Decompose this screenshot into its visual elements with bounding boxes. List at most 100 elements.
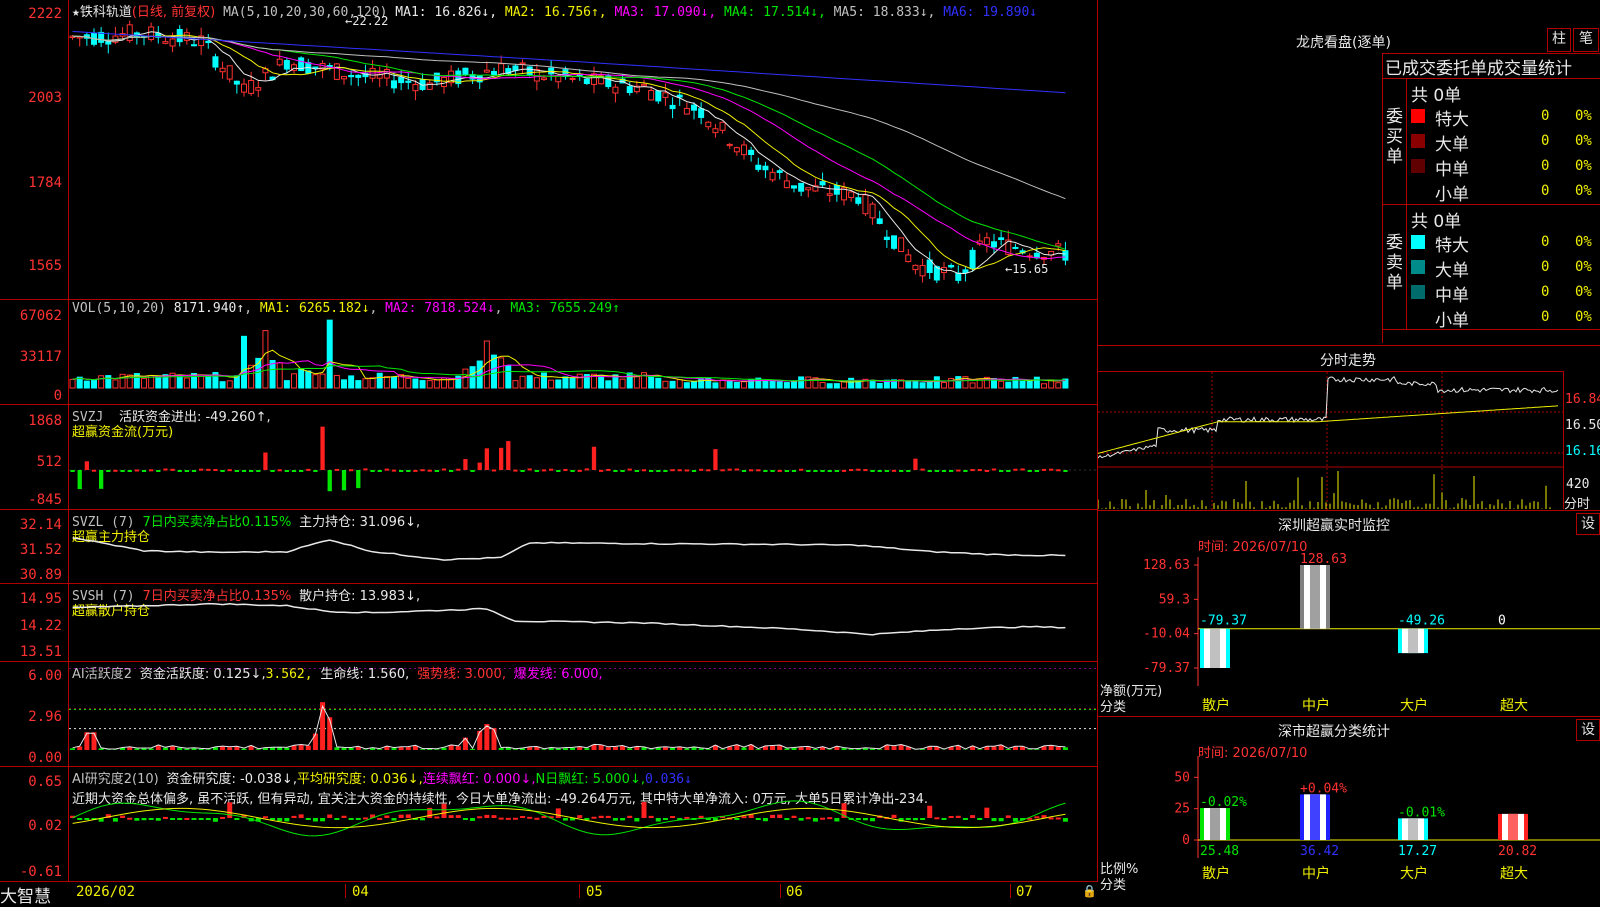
monitor-chart[interactable]: 128.6359.3-10.04-79.37-79.37散户128.63中户-4… (1098, 550, 1600, 720)
ai-research-axis-label: 0.65 (0, 774, 62, 790)
research-bar (84, 818, 89, 820)
research-bar (649, 816, 654, 818)
main-chart-area[interactable]: ★铁科轨道(日线, 前复权) MA(5,10,20,30,60,120) MA1… (0, 0, 1098, 882)
flow-bar (692, 470, 696, 472)
intraday-axis-label: 16.84 (1565, 392, 1600, 407)
research-bar (949, 816, 954, 818)
volume-bar (842, 382, 847, 388)
volume-bar (406, 378, 411, 388)
candle-body (399, 78, 404, 83)
activity-bar (513, 749, 518, 750)
volume-bar (1027, 381, 1032, 388)
activity-bar (627, 748, 632, 750)
flow-bar (649, 470, 653, 472)
stats-settings-button[interactable]: 设 (1576, 719, 1600, 741)
lock-icon[interactable]: 🔒 (1082, 884, 1097, 898)
volume-bar (799, 377, 804, 388)
lh-title: 龙虎看盘(逐单) (1296, 32, 1391, 52)
research-bar (156, 818, 161, 821)
research-bar (334, 818, 339, 820)
activity-bar (556, 749, 561, 750)
research-bar (513, 818, 518, 820)
ai-research-header: AI研究度2(10) 资金研究度: -0.038↓,平均研究度: 0.036↓,… (72, 768, 692, 787)
volume-bar (634, 376, 639, 388)
svzl-axis-label: 31.52 (0, 542, 62, 558)
research-bar (784, 818, 789, 820)
activity-bar (1049, 745, 1054, 750)
flow-bar (106, 470, 110, 472)
svsh-chart[interactable] (69, 600, 1097, 660)
candle-body (963, 270, 968, 273)
volume-bar (370, 378, 375, 388)
volume-bar (392, 377, 397, 388)
candle-body (149, 27, 154, 39)
buy-label: 委买单 (1386, 107, 1404, 167)
flow-bar (942, 470, 946, 472)
activity-bar (492, 728, 497, 750)
activity-bar (1056, 747, 1061, 750)
research-bar (1034, 816, 1039, 818)
volume-bar (184, 378, 189, 388)
volume-bar (870, 380, 875, 388)
x-axis-label: 2026/02 (76, 884, 135, 900)
pen-mode-button[interactable]: 笔 (1573, 28, 1599, 52)
volume-bar (313, 375, 318, 388)
volume-bar (720, 380, 725, 388)
volume-bar (670, 381, 675, 388)
lh-tab-header[interactable]: 已成交委托单成交量统计 (1383, 53, 1600, 79)
research-bar (970, 815, 975, 818)
flow-bar (635, 470, 639, 472)
volume-bar (463, 369, 468, 388)
flow-bar (928, 470, 932, 472)
bar-fill (1310, 794, 1320, 840)
candle-body (520, 63, 525, 64)
volume-bar (70, 379, 75, 388)
candle-body (877, 219, 882, 224)
ai-research-axis-label: -0.61 (0, 864, 62, 880)
research-bar (1049, 817, 1054, 819)
vol-axis-label: 67062 (0, 308, 62, 324)
flow-bar (720, 469, 724, 471)
category-label: 大户 (1400, 697, 1428, 714)
flow-bar (535, 470, 539, 472)
research-bar (377, 818, 382, 820)
candle-body (463, 68, 468, 74)
ai-active-chart[interactable] (69, 668, 1097, 764)
volume-bar (499, 358, 504, 388)
activity-line (73, 706, 1066, 749)
research-bar (956, 816, 961, 818)
svzj-chart[interactable] (69, 418, 1097, 508)
research-bar (320, 818, 325, 821)
bar-mode-button[interactable]: 柱 (1547, 28, 1571, 52)
activity-bar (184, 749, 189, 750)
category-bar (1398, 818, 1428, 840)
research-bar (499, 818, 504, 820)
flow-bar (213, 469, 217, 471)
candlestick-chart[interactable] (69, 18, 1097, 298)
candle-body (906, 255, 911, 262)
flow-bar (570, 470, 574, 472)
intraday-frame[interactable] (1098, 371, 1564, 509)
candle-body (749, 150, 754, 154)
candle-body (656, 91, 661, 101)
flow-bar (528, 468, 532, 470)
volume-chart[interactable] (69, 318, 1097, 400)
volume-bar (299, 369, 304, 388)
ai-research-chart[interactable] (69, 800, 1097, 880)
high-price-mark: ←22.22 (345, 14, 388, 28)
svzl-chart[interactable] (69, 530, 1097, 582)
flow-bar (435, 470, 439, 472)
research-bar (920, 818, 925, 820)
candle-body (613, 87, 618, 93)
monitor-settings-button[interactable]: 设 (1576, 513, 1600, 535)
research-bar (556, 808, 561, 818)
svsh-axis-label: 14.95 (0, 591, 62, 607)
activity-bar (299, 745, 304, 750)
order-size-label: 中单 (1435, 281, 1469, 306)
activity-bar (284, 748, 289, 750)
stats-xlabel: 分类 (1100, 874, 1126, 893)
research-bar (134, 818, 139, 821)
stats-chart[interactable]: 7550250-0.02%散户25.48+0.04%中户36.42-0.01%大… (1098, 756, 1600, 900)
flow-bar (142, 470, 146, 472)
flow-bar (349, 469, 353, 471)
